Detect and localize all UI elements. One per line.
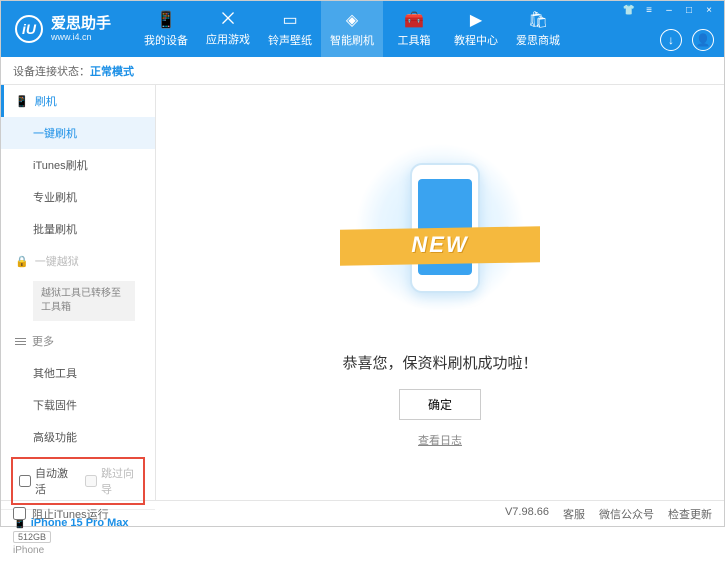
device-icon: 📱 bbox=[156, 10, 176, 30]
nav-store[interactable]: 🛍爱思商城 bbox=[507, 1, 569, 57]
success-message: 恭喜您，保资料刷机成功啦！ bbox=[342, 352, 537, 373]
footer-link-update[interactable]: 检查更新 bbox=[668, 506, 712, 522]
apps-icon: ⨉ bbox=[222, 11, 235, 29]
sidebar-item-other-tools[interactable]: 其他工具 bbox=[1, 357, 155, 389]
version-label: V7.98.66 bbox=[505, 506, 549, 522]
nav-tutorials[interactable]: ▶教程中心 bbox=[445, 1, 507, 57]
ok-button[interactable]: 确定 bbox=[399, 389, 481, 420]
cb-auto-activate[interactable]: 自动激活 bbox=[19, 465, 71, 497]
cb-skip-guide[interactable]: 跳过向导 bbox=[85, 465, 137, 497]
nav-apps-games[interactable]: ⨉应用游戏 bbox=[197, 1, 259, 57]
sidebar-item-batch-flash[interactable]: 批量刷机 bbox=[1, 213, 155, 245]
nav-smart-flash[interactable]: ◈智能刷机 bbox=[321, 1, 383, 57]
cb-auto-activate-input[interactable] bbox=[19, 475, 31, 487]
header-right: ↓ 👤 bbox=[660, 29, 714, 51]
window-controls: 👕 ≡ – □ × bbox=[620, 3, 718, 17]
sidebar-item-onekey-flash[interactable]: 一键刷机 bbox=[1, 117, 155, 149]
phone-icon: 📱 bbox=[15, 95, 29, 108]
more-icon bbox=[15, 338, 26, 345]
user-button[interactable]: 👤 bbox=[692, 29, 714, 51]
status-mode: 正常模式 bbox=[90, 63, 134, 79]
toolbox-icon: 🧰 bbox=[404, 10, 424, 30]
block-itunes-label: 阻止iTunes运行 bbox=[32, 506, 109, 522]
logo: iU 爱思助手 www.i4.cn bbox=[1, 15, 125, 43]
menu-icon[interactable]: ≡ bbox=[640, 3, 658, 17]
sidebar-item-download-firmware[interactable]: 下载固件 bbox=[1, 389, 155, 421]
footer-link-support[interactable]: 客服 bbox=[563, 506, 585, 522]
maximize-icon[interactable]: □ bbox=[680, 3, 698, 17]
download-button[interactable]: ↓ bbox=[660, 29, 682, 51]
sidebar-group-flash[interactable]: 📱刷机 bbox=[1, 85, 155, 117]
skin-icon[interactable]: 👕 bbox=[620, 3, 638, 17]
sidebar-item-advanced[interactable]: 高级功能 bbox=[1, 421, 155, 453]
device-capacity: 512GB bbox=[13, 531, 51, 543]
minimize-icon[interactable]: – bbox=[660, 3, 678, 17]
top-nav: 📱我的设备 ⨉应用游戏 ▭铃声壁纸 ◈智能刷机 🧰工具箱 ▶教程中心 🛍爱思商城 bbox=[135, 1, 569, 57]
footer-link-wechat[interactable]: 微信公众号 bbox=[599, 506, 654, 522]
device-type: iPhone bbox=[13, 545, 143, 556]
logo-icon: iU bbox=[15, 15, 43, 43]
highlighted-checkbox-row: 自动激活 跳过向导 bbox=[11, 457, 145, 505]
store-icon: 🛍 bbox=[528, 10, 548, 30]
nav-my-device[interactable]: 📱我的设备 bbox=[135, 1, 197, 57]
cb-skip-guide-input[interactable] bbox=[85, 475, 97, 487]
app-url: www.i4.cn bbox=[51, 32, 111, 42]
nav-ringtones[interactable]: ▭铃声壁纸 bbox=[259, 1, 321, 57]
success-illustration: NEW bbox=[350, 138, 530, 338]
status-bar: 设备连接状态： 正常模式 bbox=[1, 57, 724, 85]
jailbreak-note: 越狱工具已转移至工具箱 bbox=[33, 281, 135, 321]
main-panel: NEW 恭喜您，保资料刷机成功啦！ 确定 查看日志 bbox=[156, 85, 724, 500]
sidebar-group-more[interactable]: 更多 bbox=[1, 325, 155, 357]
sidebar: 📱刷机 一键刷机 iTunes刷机 专业刷机 批量刷机 🔒一键越狱 越狱工具已转… bbox=[1, 85, 156, 500]
view-log-link[interactable]: 查看日志 bbox=[418, 432, 462, 448]
sidebar-item-itunes-flash[interactable]: iTunes刷机 bbox=[1, 149, 155, 181]
app-header: iU 爱思助手 www.i4.cn 📱我的设备 ⨉应用游戏 ▭铃声壁纸 ◈智能刷… bbox=[1, 1, 724, 57]
ringtone-icon: ▭ bbox=[282, 10, 297, 30]
sidebar-group-jailbreak: 🔒一键越狱 bbox=[1, 245, 155, 277]
ribbon-label: NEW bbox=[340, 232, 540, 258]
app-title: 爱思助手 bbox=[51, 16, 111, 33]
sidebar-item-pro-flash[interactable]: 专业刷机 bbox=[1, 181, 155, 213]
lock-icon: 🔒 bbox=[15, 255, 29, 268]
flash-icon: ◈ bbox=[346, 10, 358, 30]
cb-block-itunes[interactable] bbox=[13, 507, 26, 520]
nav-toolbox[interactable]: 🧰工具箱 bbox=[383, 1, 445, 57]
close-icon[interactable]: × bbox=[700, 3, 718, 17]
status-label: 设备连接状态： bbox=[13, 63, 90, 79]
tutorial-icon: ▶ bbox=[470, 10, 482, 30]
